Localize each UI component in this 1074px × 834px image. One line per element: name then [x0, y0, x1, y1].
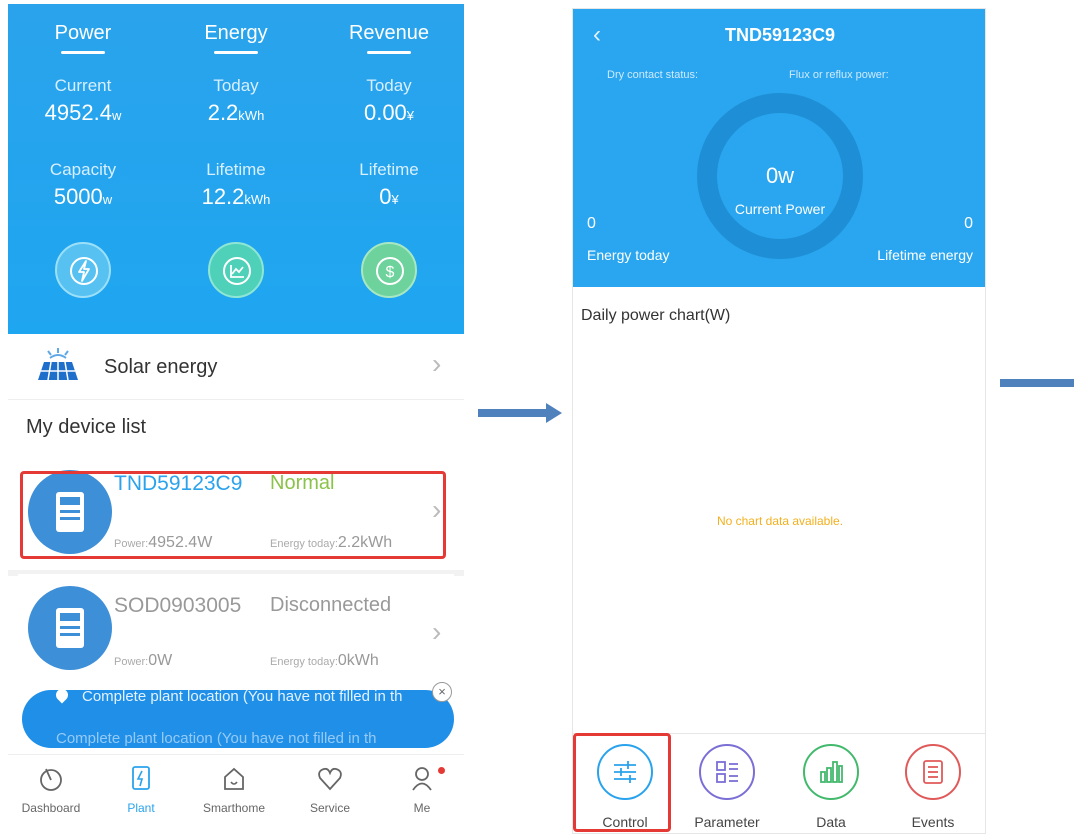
tab-energy-label: Energy — [204, 22, 268, 44]
device-detail-screen: ‹ TND59123C9 Dry contact status: Flux or… — [572, 8, 986, 834]
solar-energy-row[interactable]: Solar energy › — [8, 334, 464, 400]
stat-label: Today — [366, 76, 412, 95]
solar-panel-icon — [36, 348, 80, 391]
location-banner[interactable]: Complete plant location (You have not fi… — [22, 690, 454, 748]
nav-label: Smarthome — [202, 801, 266, 815]
tab-underline — [61, 51, 105, 54]
chart-icon[interactable] — [208, 242, 264, 298]
nav-label: Service — [309, 801, 350, 815]
device-header: ‹ TND59123C9 Dry contact status: Flux or… — [573, 9, 985, 287]
device-list-title: My device list — [26, 416, 147, 438]
nav-me[interactable]: Me — [382, 763, 462, 815]
stat-value: 12.2kWh — [201, 184, 271, 209]
current-power-value: 0w — [765, 163, 795, 188]
stat-label: Today — [213, 76, 259, 95]
stat-value: 0.00¥ — [363, 100, 415, 125]
tab-underline — [367, 51, 411, 54]
no-chart-data-message: No chart data available. — [716, 514, 844, 528]
tab-power-label: Power — [54, 22, 112, 44]
heart-icon — [318, 767, 342, 791]
nav-plant[interactable]: Plant — [101, 763, 181, 815]
stat-capacity: Capacity 5000w — [8, 160, 158, 210]
stat-today-revenue: Today 0.00¥ — [314, 76, 464, 126]
arrow-right-icon — [1000, 379, 1074, 387]
stat-value: 2.2kWh — [207, 100, 265, 125]
plant-screen: Power Energy Revenue Current 4952.4w Tod… — [8, 4, 464, 834]
location-pin-icon — [53, 690, 71, 704]
tab-label: Parameter — [694, 814, 760, 830]
device-power: Power:0W — [114, 652, 173, 669]
device-name: SOD0903005 — [114, 594, 242, 617]
nav-label: Me — [413, 801, 431, 815]
stat-lifetime-energy: Lifetime 12.2kWh — [161, 160, 311, 210]
stat-label: Lifetime — [359, 160, 419, 179]
parameter-button[interactable]: Parameter — [679, 744, 775, 830]
bar-chart-icon — [803, 744, 859, 800]
arrow-right-icon — [478, 403, 562, 423]
svg-text:$: $ — [386, 264, 395, 281]
tab-revenue[interactable]: Revenue — [314, 22, 464, 54]
summary-header: Power Energy Revenue Current 4952.4w Tod… — [8, 4, 464, 334]
lifetime-energy-label: Lifetime energy — [877, 247, 973, 263]
inverter-icon — [28, 586, 112, 670]
user-icon — [412, 767, 432, 791]
banner-text-secondary: Complete plant location (You have not fi… — [56, 730, 377, 747]
energy-today-value: 0 — [587, 215, 596, 232]
nav-label: Plant — [127, 801, 155, 815]
chart-title: Daily power chart(W) — [581, 307, 731, 324]
tab-label: Data — [816, 814, 846, 830]
list-icon — [905, 744, 961, 800]
device-status: Disconnected — [270, 594, 392, 616]
nav-dashboard[interactable]: Dashboard — [11, 763, 91, 815]
dashboard-icon — [40, 768, 62, 791]
tab-revenue-label: Revenue — [348, 22, 430, 44]
chevron-right-icon: › — [432, 616, 442, 647]
nav-service[interactable]: Service — [290, 763, 370, 815]
stat-lifetime-revenue: Lifetime 0¥ — [314, 160, 464, 210]
stat-label: Lifetime — [206, 160, 266, 179]
tab-label: Events — [911, 814, 955, 830]
device-row-sod0903005[interactable]: SOD0903005 Disconnected Power:0W Energy … — [18, 574, 454, 698]
energy-today-label: Energy today — [587, 247, 670, 263]
banner-text: Complete plant location (You have not fi… — [53, 690, 403, 705]
notification-dot — [438, 767, 445, 774]
events-button[interactable]: Events — [885, 744, 981, 830]
close-icon[interactable]: × — [432, 682, 452, 702]
chevron-right-icon: › — [432, 348, 442, 379]
tab-underline — [214, 51, 258, 54]
dry-contact-label: Dry contact status: — [607, 69, 699, 81]
solar-energy-label: Solar energy — [104, 356, 218, 378]
flux-power-label: Flux or reflux power: — [789, 69, 889, 81]
lifetime-energy-value: 0 — [964, 215, 973, 232]
data-button[interactable]: Data — [783, 744, 879, 830]
stat-current-power: Current 4952.4w — [8, 76, 158, 126]
stat-label: Current — [54, 76, 112, 95]
device-energy: Energy today:0kWh — [270, 652, 379, 669]
nav-label: Dashboard — [21, 801, 81, 815]
grid-list-icon — [699, 744, 755, 800]
tab-energy[interactable]: Energy — [161, 22, 311, 54]
stat-label: Capacity — [49, 160, 117, 179]
device-title: TND59123C9 — [724, 25, 836, 45]
highlight-box — [20, 471, 446, 559]
stat-today-energy: Today 2.2kWh — [161, 76, 311, 126]
tab-power[interactable]: Power — [8, 22, 158, 54]
dollar-icon[interactable]: $ — [361, 242, 417, 298]
stat-value: 0¥ — [379, 184, 399, 209]
plant-icon — [132, 766, 150, 790]
stat-value: 5000w — [53, 184, 113, 209]
current-power-label: Current Power — [734, 201, 826, 217]
highlight-box — [573, 733, 671, 832]
bottom-nav: Dashboard Plant Smarthome Service Me — [8, 754, 464, 834]
lightning-icon[interactable] — [55, 242, 111, 298]
stat-value: 4952.4w — [44, 100, 122, 125]
home-icon — [224, 767, 244, 790]
nav-smarthome[interactable]: Smarthome — [194, 763, 274, 815]
